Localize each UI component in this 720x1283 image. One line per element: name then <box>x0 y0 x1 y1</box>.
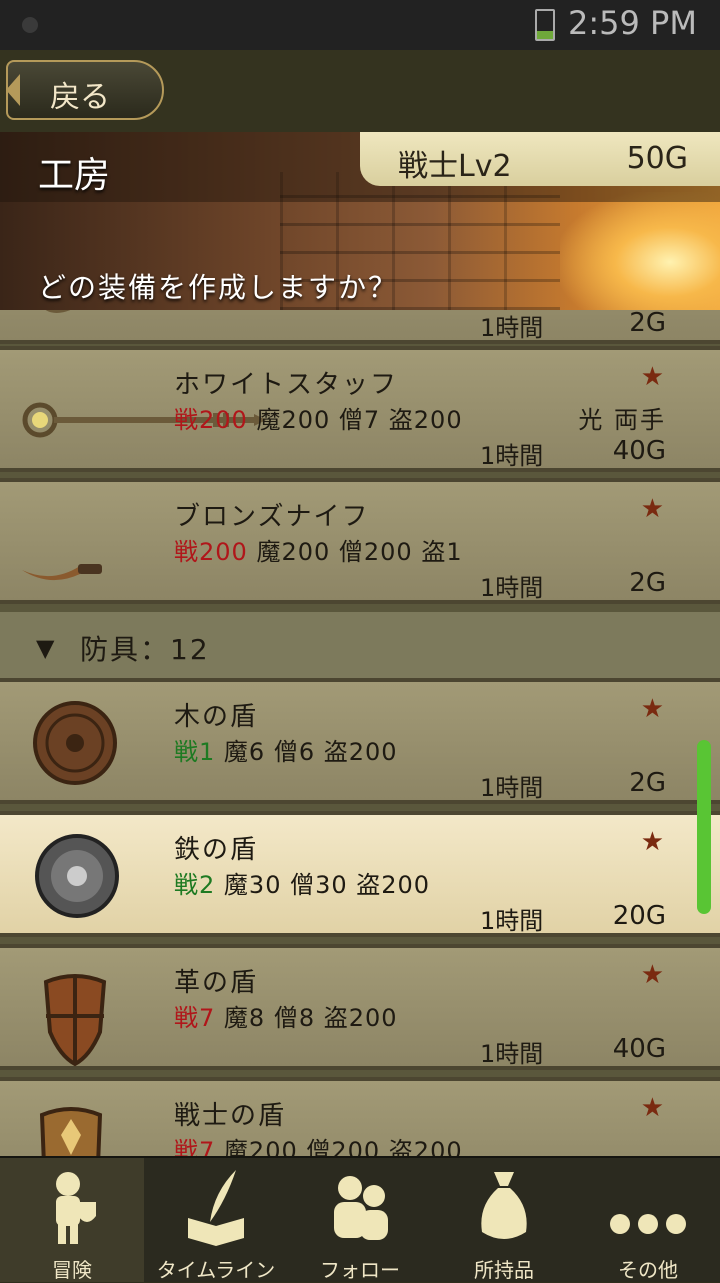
nav-label: 冒険 <box>52 1258 92 1282</box>
item-stats: 戦7 魔8 僧8 盗200 <box>174 1004 398 1032</box>
item-name: ブロンズナイフ <box>174 502 370 532</box>
item-name: 木の盾 <box>174 702 259 732</box>
craft-time: 1時間 <box>480 907 544 935</box>
nav-inventory[interactable]: 所持品 <box>432 1158 576 1282</box>
battery-icon <box>535 9 555 41</box>
list-item-warrior-shield[interactable]: 戦士の盾 戦7 魔200 僧200 盗200 ★ <box>0 1077 720 1156</box>
player-status-panel: 戦士Lv2 50G <box>360 132 720 186</box>
craft-cost: 40G <box>612 436 666 466</box>
notification-dot <box>22 17 38 33</box>
craft-time: 1時間 <box>480 1040 544 1068</box>
craft-cost: 2G <box>629 768 666 798</box>
section-header-armor[interactable]: ▼ 防具：12 <box>0 612 720 682</box>
quill-book-icon <box>188 1170 244 1246</box>
item-stats: 戦200 魔200 僧7 盗200 <box>174 406 463 434</box>
nav-label: フォロー <box>320 1258 400 1282</box>
item-name: 鉄の盾 <box>174 835 259 865</box>
craft-cost: 40G <box>612 1034 666 1064</box>
knife-icon <box>22 564 102 581</box>
gold-amount: 50G <box>626 141 688 176</box>
bottom-nav: 冒険 タイムライン フォロー 所持品 その他 <box>0 1156 720 1282</box>
item-name: 戦士の盾 <box>174 1101 287 1131</box>
star-icon: ★ <box>640 694 664 724</box>
list-item-partial[interactable]: 1時間 2G <box>0 310 720 344</box>
page-title: 工房 <box>38 155 111 196</box>
forge-fire-image <box>560 192 720 310</box>
list-item-wood-shield[interactable]: 木の盾 戦1 魔6 僧6 盗200 1時間 2G ★ <box>0 678 720 804</box>
back-button[interactable]: 戻る <box>6 60 164 120</box>
craft-time: 1時間 <box>480 774 544 802</box>
back-button-label: 戻る <box>50 80 110 115</box>
craft-time: 1時間 <box>480 574 544 602</box>
bag-icon <box>481 1172 527 1239</box>
list-item-bronze-knife[interactable]: ブロンズナイフ 戦200 魔200 僧200 盗1 1時間 2G ★ <box>0 478 720 604</box>
leather-shield-icon <box>43 974 107 1067</box>
star-icon: ★ <box>640 960 664 990</box>
craft-cost: 20G <box>612 901 666 931</box>
nav-other[interactable]: その他 <box>576 1158 720 1282</box>
iron-shield-icon <box>35 834 119 918</box>
list-item-white-staff[interactable]: ホワイトスタッフ 戦200 魔200 僧7 盗200 光 両手 1時間 40G … <box>0 346 720 472</box>
item-attributes: 光 両手 <box>578 406 666 434</box>
nav-follow[interactable]: フォロー <box>288 1158 432 1282</box>
star-icon: ★ <box>640 362 664 392</box>
list-item-leather-shield[interactable]: 革の盾 戦7 魔8 僧8 盗200 1時間 40G ★ <box>0 944 720 1070</box>
star-icon: ★ <box>640 1093 664 1123</box>
list-item-iron-shield[interactable]: 鉄の盾 戦2 魔30 僧30 盗200 1時間 20G ★ <box>0 811 720 937</box>
adventurer-icon <box>56 1172 96 1244</box>
section-label: 防具：12 <box>80 633 210 666</box>
item-name: ホワイトスタッフ <box>174 370 399 400</box>
item-stats: 戦2 魔30 僧30 盗200 <box>174 871 431 899</box>
item-stats: 戦7 魔200 僧200 盗200 <box>174 1137 463 1156</box>
people-icon <box>334 1176 388 1240</box>
craft-cost: 2G <box>629 568 666 598</box>
star-icon: ★ <box>640 827 664 857</box>
craft-time: 1時間 <box>480 442 544 470</box>
more-icon <box>610 1214 686 1234</box>
clock: 2:59 PM <box>568 4 697 42</box>
nav-label: その他 <box>618 1258 678 1282</box>
collapse-arrow-icon: ▼ <box>36 634 55 662</box>
wood-shield-icon <box>33 701 117 785</box>
status-bar: 2:59 PM <box>0 0 720 50</box>
scrollbar[interactable] <box>697 740 711 914</box>
warrior-shield-icon <box>39 1107 103 1156</box>
nav-label: タイムライン <box>156 1258 276 1282</box>
nav-adventure[interactable]: 冒険 <box>0 1158 144 1282</box>
equipment-list[interactable]: 1時間 2G ホワイトスタッフ 戦200 魔200 僧7 盗200 光 両手 1… <box>0 310 720 1156</box>
item-name: 革の盾 <box>174 968 259 998</box>
nav-label: 所持品 <box>474 1258 534 1282</box>
prompt-text: どの装備を作成しますか？ <box>38 271 399 304</box>
job-level: 戦士Lv2 <box>398 149 512 184</box>
nav-timeline[interactable]: タイムライン <box>144 1158 288 1282</box>
item-stats: 戦1 魔6 僧6 盗200 <box>174 738 398 766</box>
item-stats: 戦200 魔200 僧200 盗1 <box>174 538 463 566</box>
star-icon: ★ <box>640 494 664 524</box>
